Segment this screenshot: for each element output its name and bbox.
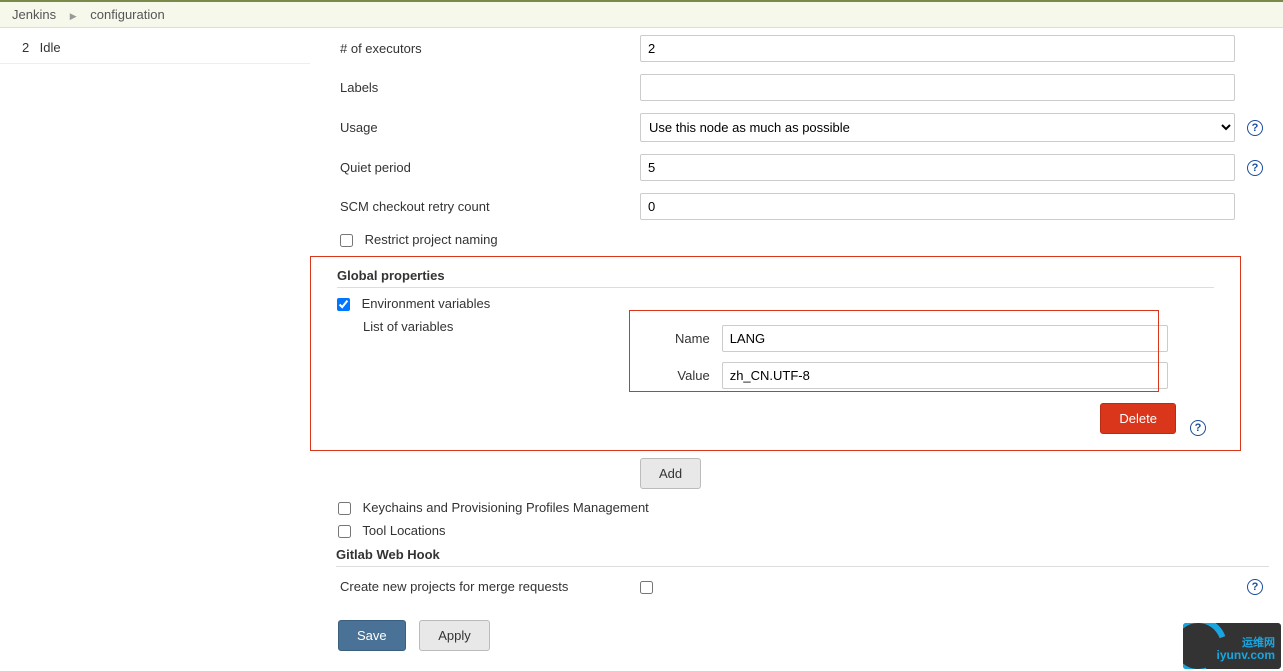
watermark-logo: 运维网 iyunv.com — [1183, 623, 1281, 669]
var-value-input[interactable] — [722, 362, 1168, 389]
delete-button[interactable]: Delete — [1100, 403, 1176, 434]
breadcrumb-root[interactable]: Jenkins — [12, 7, 56, 22]
breadcrumb: Jenkins ▶ configuration — [0, 0, 1283, 28]
restrict-naming-label: Restrict project naming — [365, 232, 498, 247]
add-button[interactable]: Add — [640, 458, 701, 489]
breadcrumb-page[interactable]: configuration — [90, 7, 164, 22]
help-icon[interactable]: ? — [1247, 160, 1263, 176]
create-projects-checkbox[interactable] — [640, 581, 653, 594]
keychains-label: Keychains and Provisioning Profiles Mana… — [363, 500, 649, 515]
env-vars-checkbox[interactable] — [337, 298, 350, 311]
executor-state: Idle — [40, 40, 61, 55]
executor-number: 2 — [22, 40, 36, 55]
scm-retry-label: SCM checkout retry count — [312, 188, 634, 225]
help-icon[interactable]: ? — [1247, 579, 1263, 595]
var-name-label: Name — [669, 321, 714, 356]
tool-locations-checkbox[interactable] — [338, 525, 351, 538]
tool-locations-label: Tool Locations — [362, 523, 445, 538]
var-name-input[interactable] — [722, 325, 1168, 352]
create-projects-label: Create new projects for merge requests — [312, 573, 634, 600]
help-icon[interactable]: ? — [1190, 420, 1206, 436]
var-value-label: Value — [669, 358, 714, 393]
labels-input[interactable] — [640, 74, 1235, 101]
global-properties-highlight: Global properties Environment variables … — [310, 256, 1241, 451]
usage-label: Usage — [312, 108, 634, 147]
help-icon[interactable]: ? — [1247, 120, 1263, 136]
apply-button[interactable]: Apply — [419, 620, 490, 651]
list-of-variables-label: List of variables — [339, 315, 659, 438]
num-executors-input[interactable] — [640, 35, 1235, 62]
usage-select[interactable]: Use this node as much as possible — [640, 113, 1235, 142]
sidebar: 2 Idle — [0, 28, 310, 661]
gitlab-hook-header: Gitlab Web Hook — [336, 542, 1269, 567]
restrict-naming-checkbox[interactable] — [340, 234, 353, 247]
labels-label: Labels — [312, 69, 634, 106]
executor-status-row: 2 Idle — [0, 34, 310, 64]
env-vars-label: Environment variables — [362, 296, 491, 311]
num-executors-label: # of executors — [312, 30, 634, 67]
chevron-right-icon: ▶ — [70, 11, 77, 22]
save-button[interactable]: Save — [338, 620, 406, 651]
scm-retry-input[interactable] — [640, 193, 1235, 220]
global-properties-header: Global properties — [337, 263, 1214, 288]
quiet-period-label: Quiet period — [312, 149, 634, 186]
keychains-checkbox[interactable] — [338, 502, 351, 515]
quiet-period-input[interactable] — [640, 154, 1235, 181]
